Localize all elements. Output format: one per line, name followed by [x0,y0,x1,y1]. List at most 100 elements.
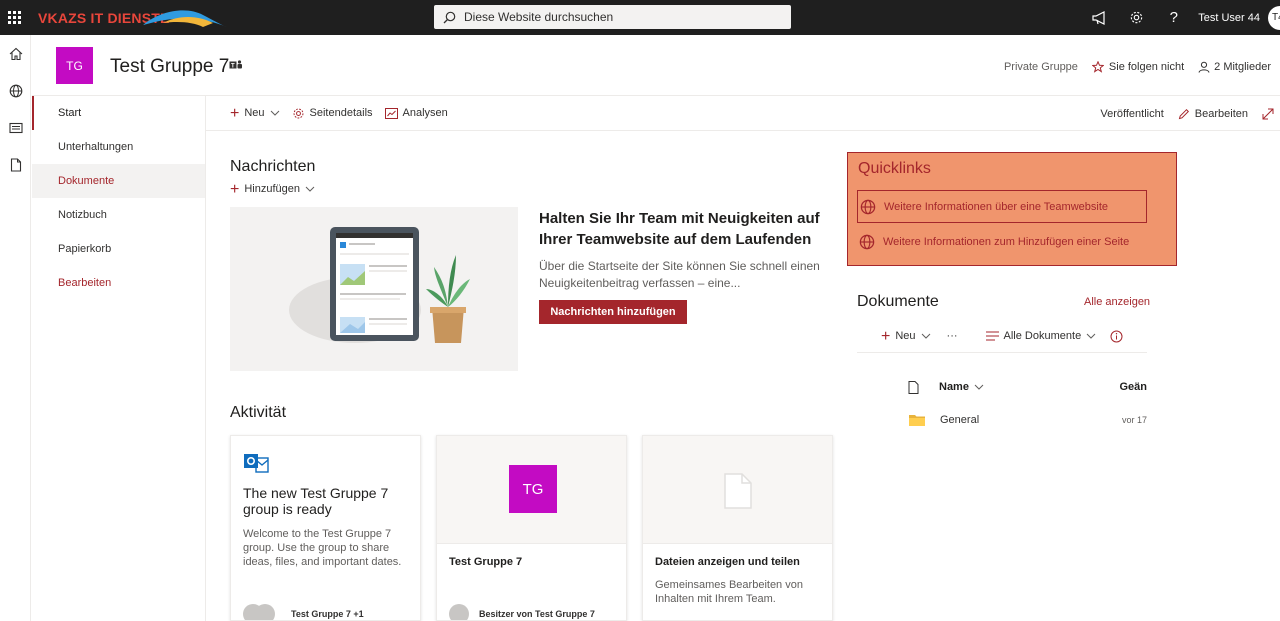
waffle-icon[interactable] [0,0,28,35]
nav-item-unterhaltungen[interactable]: Unterhaltungen [32,130,205,164]
document-row[interactable]: General vor 17 [857,405,1147,435]
news-title: Nachrichten [230,158,316,175]
card-thumbnail [643,436,832,544]
help-icon[interactable]: ? [1155,0,1192,35]
see-all-link[interactable]: Alle anzeigen [1084,296,1150,308]
privacy-label: Private Gruppe [1003,61,1078,73]
members-label: 2 Mitglieder [1214,61,1271,73]
user-initials: T4 [1272,12,1280,23]
avatar [449,604,469,620]
chevron-down-icon [305,186,315,192]
nav-item-dokumente[interactable]: Dokumente [32,164,205,198]
analytics-label: Analysen [402,107,448,119]
follow-label: Sie folgen nicht [1108,61,1185,73]
new-button[interactable]: + Neu [230,105,280,121]
app-bar [0,35,31,621]
group-logo-tile: TG [509,465,557,513]
pencil-icon [1178,108,1189,119]
avatar [255,604,275,620]
card-title: The new Test Gruppe 7 group is ready [243,485,389,517]
members-button[interactable]: 2 Mitglieder [1198,61,1271,73]
news-illustration [230,207,518,371]
column-modified[interactable]: Geän [1119,381,1147,393]
command-bar: + Neu Seitendetails Analysen Veröffentli… [206,96,1280,131]
globe-icon[interactable] [0,72,31,109]
page-details-label: Seitendetails [309,107,373,119]
plus-icon: + [230,180,240,198]
site-title[interactable]: Test Gruppe 7 [110,56,229,78]
star-icon [1091,61,1104,73]
quicklink-add-page[interactable]: Weitere Informationen zum Hinzufügen ein… [857,225,1147,258]
card-footer-label: Besitzer von Test Gruppe 7 [479,609,595,619]
file-type-icon [908,380,919,394]
follow-button[interactable]: Sie folgen nicht [1091,61,1185,73]
edit-page-button[interactable]: Bearbeiten [1178,108,1248,120]
search-icon [434,11,464,24]
published-status: Veröffentlicht [1100,107,1164,120]
card-description: Welcome to the Test Gruppe 7 group. Use … [243,528,402,568]
view-label: Alle Dokumente [1003,330,1082,342]
add-news-primary-button[interactable]: Nachrichten hinzufügen [539,300,687,324]
expand-icon[interactable] [1262,108,1274,120]
documents-new-button[interactable]: + Neu [881,328,931,344]
news-icon[interactable] [0,109,31,146]
chevron-down-icon [1086,333,1096,339]
activity-card[interactable]: Dateien anzeigen und teilen Gemeinsames … [642,435,833,621]
activity-card[interactable]: TG Test Gruppe 7 Besitzer von Test Grupp… [436,435,627,621]
documents-title: Dokumente [857,293,939,310]
brand-swoosh-icon [143,10,227,27]
folder-icon [909,415,925,426]
group-logo-initials: TG [522,480,544,498]
add-news-button[interactable]: + Hinzufügen [230,180,315,198]
card-footer-label: Test Gruppe 7 +1 [291,609,364,619]
site-logo[interactable]: TG [56,47,93,84]
news-body: Über die Startseite der Site können Sie … [539,259,820,290]
info-icon[interactable] [1110,330,1123,343]
chevron-down-icon [270,110,279,116]
card-title: Test Gruppe 7 [449,556,523,568]
globe-icon [859,234,875,249]
nav-item-papierkorb[interactable]: Papierkorb [32,232,205,266]
document-icon[interactable] [0,146,31,183]
quicklink-teamsite[interactable]: Weitere Informationen über eine Teamwebs… [857,190,1147,223]
nav-edit-link[interactable]: Bearbeiten [32,266,205,300]
svg-text:T: T [231,64,235,70]
quicklink-label: Weitere Informationen zum Hinzufügen ein… [883,235,1130,248]
brand-logo[interactable]: VKAZS IT DIENSTE [38,0,227,35]
teams-icon[interactable]: T [229,59,243,74]
page-details-button[interactable]: Seitendetails [292,107,373,120]
nav-item-notizbuch[interactable]: Notizbuch [32,198,205,232]
card-description: Gemeinsames Bearbeiten von Inhalten mit … [655,579,803,605]
card-footer: Besitzer von Test Gruppe 7 [449,604,595,620]
quicklink-label: Weitere Informationen über eine Teamwebs… [884,200,1108,213]
analytics-icon [384,107,398,119]
documents-command-bar: + Neu ··· Alle Dokumente [857,320,1147,353]
person-icon [1198,61,1210,73]
quicklinks-panel: Quicklinks Weitere Informationen über ei… [847,152,1177,266]
new-label: Neu [244,107,265,119]
card-title: Dateien anzeigen und teilen [655,556,800,568]
user-avatar[interactable]: T4 [1268,5,1280,30]
left-navigation: Start Unterhaltungen Dokumente Notizbuch… [32,96,206,621]
column-name[interactable]: Name [939,381,984,393]
activity-card[interactable]: The new Test Gruppe 7 group is ready Wel… [230,435,421,621]
list-icon [985,331,999,341]
search-input[interactable]: Diese Website durchsuchen [434,5,791,29]
add-news-label: Hinzufügen [244,183,300,195]
site-header: TG Test Gruppe 7 T Private Gruppe Sie fo… [32,35,1280,96]
nav-item-start[interactable]: Start [32,96,205,130]
chevron-down-icon [974,384,984,390]
user-name[interactable]: Test User 44 [1198,12,1260,24]
column-name-label: Name [939,381,969,393]
more-button[interactable]: ··· [947,330,958,342]
megaphone-icon[interactable] [1081,0,1118,35]
view-selector[interactable]: Alle Dokumente [985,330,1097,342]
activity-title: Aktivität [230,404,287,421]
gear-icon[interactable] [1118,0,1155,35]
analytics-button[interactable]: Analysen [384,107,448,119]
chevron-down-icon [921,333,930,339]
file-icon [724,473,752,509]
document-name[interactable]: General [940,414,979,426]
home-icon[interactable] [0,35,31,72]
edit-page-label: Bearbeiten [1194,107,1248,120]
